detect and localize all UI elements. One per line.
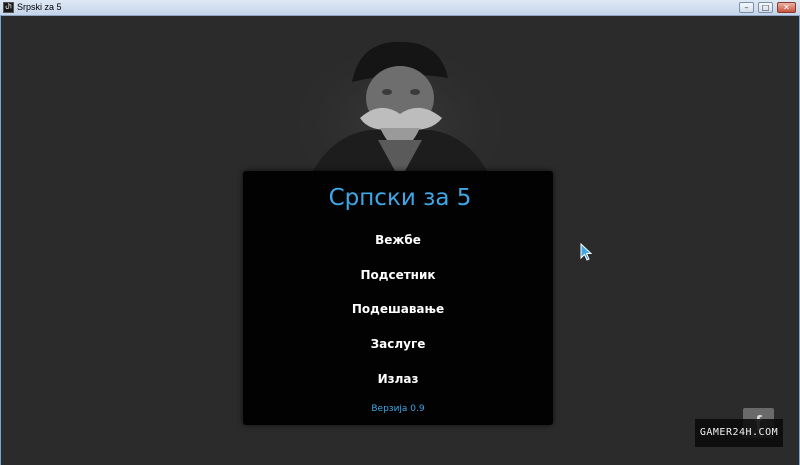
- app-icon: Ⴐ: [3, 2, 14, 13]
- maximize-button[interactable]: □: [758, 2, 773, 13]
- window-title: Srpski za 5: [17, 2, 62, 12]
- mouse-cursor-icon: [580, 243, 592, 261]
- watermark-overlay: GAMER24H.COM: [695, 419, 783, 447]
- portrait-image: [290, 35, 510, 180]
- menu-item-credits[interactable]: Заслуге: [243, 336, 553, 352]
- menu-item-exit[interactable]: Излаз: [243, 371, 553, 387]
- minimize-button[interactable]: –: [739, 2, 754, 13]
- close-button[interactable]: ✕: [777, 2, 796, 13]
- menu-item-settings[interactable]: Подешавање: [243, 301, 553, 317]
- menu-item-reminder[interactable]: Подсетник: [243, 267, 553, 283]
- game-title: Српски за 5: [328, 185, 472, 211]
- window-frame-left: [0, 16, 1, 465]
- menu-item-exercises[interactable]: Вежбе: [243, 232, 553, 248]
- version-label: Верзија 0.9: [371, 404, 425, 414]
- window-titlebar[interactable]: Ⴐ Srpski za 5 – □ ✕: [0, 0, 800, 16]
